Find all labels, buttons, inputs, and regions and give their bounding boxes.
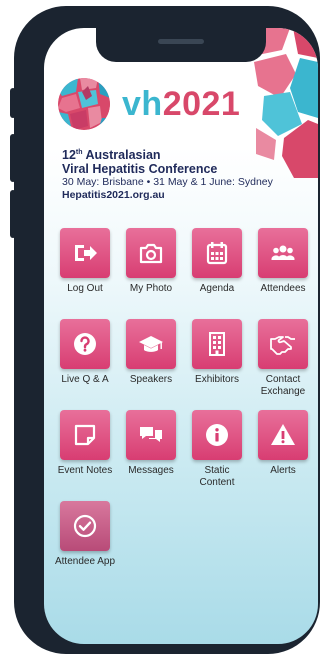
menu-item-agenda[interactable]: Agenda [184, 228, 250, 307]
menu-item-label: Contact Exchange [260, 374, 306, 397]
graduation-cap-icon [126, 319, 176, 369]
menu-item-label: My Photo [129, 283, 173, 294]
menu-item-attendees[interactable]: Attendees [250, 228, 316, 307]
menu-item-label: Live Q & A [61, 374, 109, 385]
menu-item-attendee-app[interactable]: Attendee App [52, 501, 118, 580]
menu-item-contact-exchange[interactable]: Contact Exchange [250, 319, 316, 398]
app-menu-grid: Log Out My Photo Agenda Attendees Live Q… [52, 228, 314, 580]
warning-icon [258, 410, 308, 460]
building-icon [192, 319, 242, 369]
calendar-icon [192, 228, 242, 278]
menu-item-alerts[interactable]: Alerts [250, 410, 316, 489]
check-circle-icon [60, 501, 110, 551]
conference-title-line1: 12th Australasian [62, 146, 273, 162]
handshake-icon [258, 319, 308, 369]
menu-item-event-notes[interactable]: Event Notes [52, 410, 118, 489]
conference-website: Hepatitis2021.org.au [62, 189, 165, 202]
logo-prefix: vh [122, 84, 163, 123]
note-icon [60, 410, 110, 460]
menu-item-label: Speakers [129, 374, 173, 385]
edition-suffix: th [75, 149, 83, 156]
menu-item-label: Static Content [199, 465, 235, 488]
chat-icon [126, 410, 176, 460]
menu-item-live-qa[interactable]: Live Q & A [52, 319, 118, 398]
menu-item-speakers[interactable]: Speakers [118, 319, 184, 398]
menu-item-static-content[interactable]: Static Content [184, 410, 250, 489]
people-icon [258, 228, 308, 278]
app-logo: vh2021 [58, 78, 240, 130]
menu-item-my-photo[interactable]: My Photo [118, 228, 184, 307]
menu-item-exhibitors[interactable]: Exhibitors [184, 319, 250, 398]
globe-logo-icon [58, 78, 110, 130]
logo-year: 2021 [162, 84, 241, 123]
conference-title-line2: Viral Hepatitis Conference [62, 162, 218, 177]
question-icon [60, 319, 110, 369]
info-icon [192, 410, 242, 460]
menu-item-label: Log Out [67, 283, 103, 294]
logout-icon [60, 228, 110, 278]
menu-item-label: Event Notes [57, 465, 113, 476]
phone-screen: vh2021 12th Australasian Viral Hepatitis… [44, 28, 318, 644]
camera-icon [126, 228, 176, 278]
menu-item-label: Attendees [260, 283, 306, 294]
edition-number: 12 [62, 148, 76, 163]
menu-item-label: Messages [128, 465, 174, 476]
menu-item-label: Exhibitors [195, 374, 239, 385]
conference-info: 12th Australasian Viral Hepatitis Confer… [62, 146, 273, 202]
menu-item-messages[interactable]: Messages [118, 410, 184, 489]
phone-speaker [158, 39, 204, 44]
menu-item-label: Agenda [199, 283, 235, 294]
logo-wordmark: vh2021 [122, 85, 240, 124]
phone-frame: vh2021 12th Australasian Viral Hepatitis… [14, 6, 320, 654]
menu-item-label: Attendee App [54, 556, 116, 567]
title-line1-rest: Australasian [82, 148, 161, 163]
menu-item-label: Alerts [270, 465, 296, 476]
phone-notch [96, 28, 266, 62]
menu-item-log-out[interactable]: Log Out [52, 228, 118, 307]
conference-dates: 30 May: Brisbane • 31 May & 1 June: Sydn… [62, 176, 273, 189]
